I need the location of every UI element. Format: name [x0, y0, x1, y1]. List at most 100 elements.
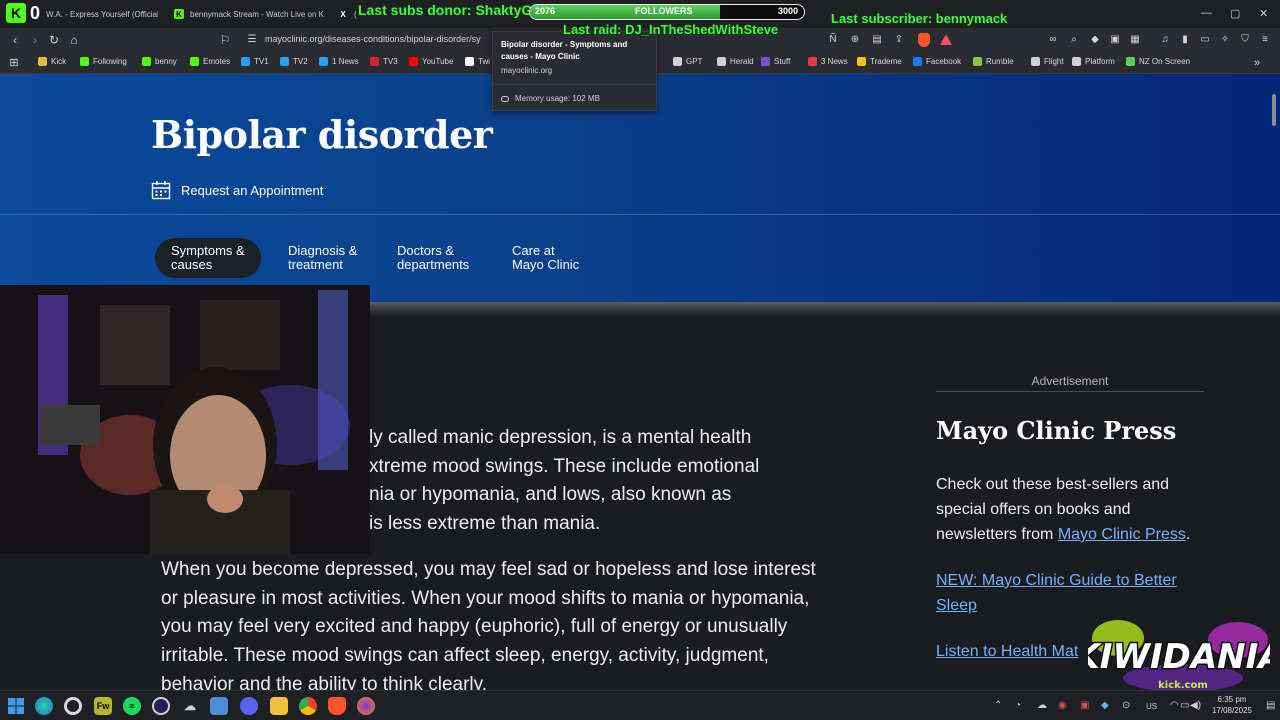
explorer-icon[interactable] — [210, 697, 228, 715]
brave-shield-icon[interactable] — [918, 33, 930, 47]
stuff-icon — [761, 57, 770, 66]
forward-icon[interactable]: › — [28, 33, 42, 47]
bookmark-flight[interactable]: Flight — [1031, 57, 1064, 66]
chrome-app-icon[interactable] — [299, 697, 317, 715]
bookmark-tv1[interactable]: TV1 — [241, 57, 269, 66]
tray-icon-6[interactable]: ⊙ — [1122, 700, 1130, 711]
display-icon[interactable]: ▭ — [1180, 700, 1189, 711]
obs-icon[interactable] — [152, 697, 170, 715]
bookmark-tv3[interactable]: TV3 — [370, 57, 398, 66]
brave-rewards-icon[interactable] — [940, 34, 952, 45]
translate-icon[interactable]: Ñ — [826, 33, 840, 47]
reload-icon[interactable]: ↻ — [47, 33, 61, 47]
brave-icon[interactable] — [328, 697, 346, 715]
bookmark-trademe[interactable]: Trademe — [857, 57, 902, 66]
search-icon[interactable]: ⌕ — [1067, 33, 1081, 47]
fw-icon[interactable]: Fw — [94, 697, 112, 715]
extension-icon-3[interactable]: ▣ — [1108, 33, 1122, 47]
bookmark-following[interactable]: Following — [80, 57, 127, 66]
edge-icon[interactable] — [35, 697, 53, 715]
bookmark-twi[interactable]: Twi — [465, 57, 490, 66]
wallet-icon[interactable]: ▭ — [1198, 33, 1212, 47]
bookmark-stuff[interactable]: Stuff — [761, 57, 790, 66]
tab-label-line2: causes — [171, 257, 213, 272]
notifications-icon[interactable]: ▤ — [1266, 700, 1275, 711]
sidebar-icon[interactable]: ▮ — [1178, 33, 1192, 47]
start-icon[interactable] — [7, 697, 25, 715]
bookmark-icon[interactable]: ⚐ — [218, 33, 232, 47]
bookmark-youtube[interactable]: YouTube — [409, 57, 453, 66]
tab-care-at-mayo[interactable]: Care at Mayo Clinic — [512, 244, 579, 272]
bookmark-gpt[interactable]: GPT — [673, 57, 702, 66]
tab-diagnosis-treatment[interactable]: Diagnosis & treatment — [288, 244, 357, 272]
bookmark-label: Following — [93, 57, 127, 66]
better-sleep-link[interactable]: NEW: Mayo Clinic Guide to Better Sleep — [936, 568, 1204, 618]
system-clock[interactable]: 6:35 pm 17/08/2025 — [1207, 694, 1257, 716]
bookmark-herald[interactable]: Herald — [717, 57, 754, 66]
media-icon[interactable]: ♫ — [1158, 33, 1172, 47]
share-icon[interactable]: ⇪ — [892, 33, 906, 47]
bookmark-label: 3 News — [821, 57, 848, 66]
bookmark-emotes[interactable]: Emotes — [190, 57, 230, 66]
vpn-icon[interactable]: ⛉ — [1238, 33, 1252, 47]
mayo-press-link[interactable]: Mayo Clinic Press — [1058, 526, 1186, 543]
page-scrollbar[interactable] — [1272, 94, 1276, 126]
leo-icon[interactable]: ✧ — [1218, 33, 1232, 47]
more-bookmarks-icon[interactable]: » — [1250, 56, 1264, 70]
openai-icon — [673, 57, 682, 66]
site-settings-icon[interactable]: ☰ — [245, 33, 259, 47]
menu-icon[interactable]: ≡ — [1258, 33, 1272, 47]
maximize-icon[interactable]: ▢ — [1230, 7, 1240, 20]
reader-icon[interactable]: ▤ — [870, 33, 884, 47]
tab-symptoms-causes[interactable]: Symptoms & causes — [155, 238, 261, 278]
volume-icon[interactable]: ◀) — [1190, 700, 1201, 711]
tray-icon-2[interactable]: ☁ — [1037, 700, 1047, 711]
bookmark-1-news[interactable]: 1 News — [319, 57, 359, 66]
url-text[interactable]: mayoclinic.org/diseases-conditions/bipol… — [265, 34, 495, 44]
extension-icon-2[interactable]: ◆ — [1088, 33, 1102, 47]
wifi-icon[interactable]: ◠ — [1170, 700, 1179, 711]
bookmark-nz-on-screen[interactable]: NZ On Screen — [1126, 57, 1190, 66]
bookmark-3-news[interactable]: 3 News — [808, 57, 848, 66]
rumble-icon — [973, 57, 982, 66]
chrome-icon[interactable] — [64, 697, 82, 715]
request-appointment-link[interactable]: Request an Appointment — [151, 180, 323, 200]
tray-icon-3[interactable]: ◉ — [1058, 700, 1067, 711]
bookmark-platform[interactable]: Platform — [1072, 57, 1115, 66]
extension-icon-4[interactable]: ▦ — [1128, 33, 1142, 47]
tab-express-yourself[interactable]: W.A. - Express Yourself (Official — [46, 4, 158, 24]
bookmark-tv2[interactable]: TV2 — [280, 57, 308, 66]
home-icon[interactable]: ⌂ — [67, 33, 81, 47]
spotify-icon[interactable]: ≈ — [123, 697, 141, 715]
tray-chevron-icon[interactable]: ⌃ — [994, 700, 1002, 711]
zero-counter: 0 — [30, 3, 41, 23]
bookmark-kick[interactable]: Kick — [38, 57, 66, 66]
cloud-icon[interactable]: ☁ — [181, 697, 199, 715]
zoom-icon[interactable]: ⊕ — [848, 33, 862, 47]
back-icon[interactable]: ‹ — [8, 33, 22, 47]
tray-icon-4[interactable]: ▣ — [1080, 700, 1089, 711]
plus-icon — [319, 57, 328, 66]
tab-title: bennymack Stream - Watch Live on K — [190, 9, 324, 19]
keyboard-language[interactable]: US — [1146, 702, 1157, 711]
calendar-icon — [151, 181, 171, 200]
close-icon[interactable]: ✕ — [1259, 7, 1268, 20]
followers-goal-bar: 2076 FOLLOWERS 3000 — [529, 4, 805, 20]
kiwidania-logo: KIWIDANIA kick.com — [1072, 618, 1280, 692]
minimize-icon[interactable]: — — [1201, 7, 1212, 19]
intro-line: is less extreme than mania. — [369, 513, 601, 535]
tray-icon-1[interactable]: ◔ — [1015, 700, 1021, 711]
bookmark-rumble[interactable]: Rumble — [973, 57, 1014, 66]
tray-icon-5[interactable]: ◆ — [1101, 700, 1109, 711]
clock-date: 17/08/2025 — [1211, 706, 1253, 715]
firefox-icon[interactable] — [357, 697, 375, 715]
tab-doctors-departments[interactable]: Doctors & departments — [397, 244, 469, 272]
folder-icon[interactable] — [270, 697, 288, 715]
discord-icon[interactable] — [240, 697, 258, 715]
extension-icon-1[interactable]: ∞ — [1046, 33, 1060, 47]
bookmark-facebook[interactable]: Facebook — [913, 57, 961, 66]
apps-grid-icon[interactable]: ⊞ — [7, 56, 21, 70]
tab-bennymack-stream[interactable]: K bennymack Stream - Watch Live on K — [174, 4, 324, 24]
bookmark-benny[interactable]: benny — [142, 57, 177, 66]
streamer-webcam-image — [0, 285, 370, 554]
